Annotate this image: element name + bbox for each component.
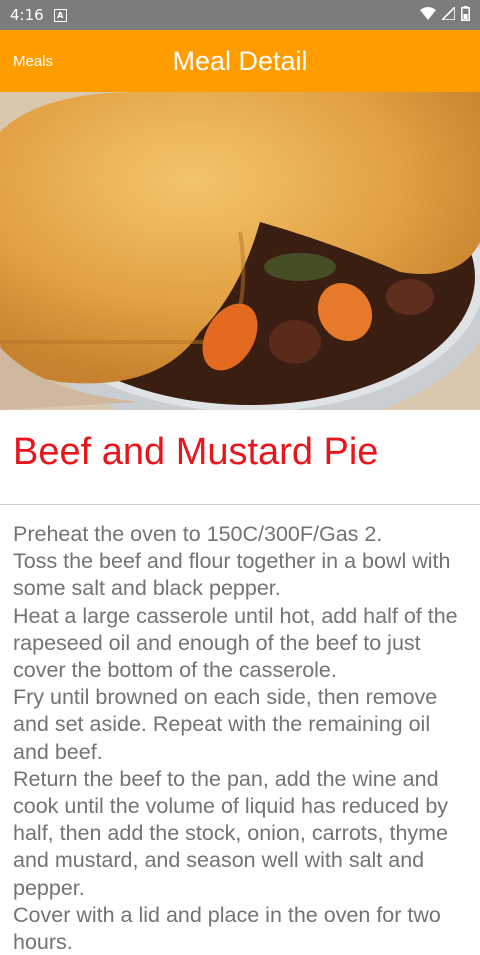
status-time: 4:16 (10, 6, 44, 24)
meal-title: Beef and Mustard Pie (13, 431, 379, 473)
app-bar: Meals Meal Detail (0, 30, 480, 92)
back-button[interactable]: Meals (13, 30, 53, 92)
meal-instructions: Preheat the oven to 150C/300F/Gas 2. Tos… (13, 522, 458, 955)
page-title: Meal Detail (172, 45, 308, 76)
status-bar: 4:16 A (0, 0, 480, 30)
notification-icon: A (53, 8, 67, 22)
signal-icon (440, 5, 456, 24)
wifi-icon (420, 6, 436, 24)
meal-image (0, 92, 480, 410)
battery-icon (461, 5, 471, 25)
